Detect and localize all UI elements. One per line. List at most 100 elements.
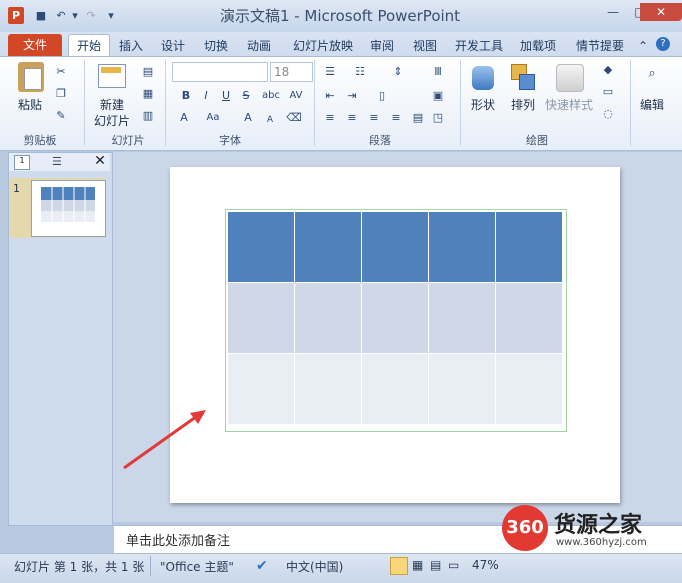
table-header-cell[interactable] — [429, 212, 496, 282]
new-slide-label2[interactable]: 幻灯片 — [88, 112, 136, 129]
spell-check-icon[interactable]: ✔ — [256, 558, 268, 574]
bullets-icon[interactable]: ☰ — [322, 64, 338, 80]
tab-file[interactable]: 文件 — [8, 34, 62, 56]
zoom-level[interactable]: 47% — [472, 558, 499, 572]
arrange-button[interactable]: 排列 — [506, 96, 540, 113]
find-binoculars-icon[interactable]: ⌕ — [644, 66, 660, 82]
language-status[interactable]: 中文(中国) — [286, 558, 343, 575]
minimize-ribbon-icon[interactable]: ⌃ — [636, 36, 650, 56]
notes-placeholder[interactable]: 单击此处添加备注 — [126, 530, 230, 549]
format-painter-icon[interactable]: ✎ — [53, 108, 69, 124]
slide-count-status: 幻灯片 第 1 张，共 1 张 — [14, 560, 145, 574]
bold-button[interactable]: B — [178, 88, 194, 104]
tab-animations[interactable]: 动画 — [242, 36, 276, 56]
save-icon[interactable]: ■ — [34, 9, 48, 23]
tab-review[interactable]: 审阅 — [365, 36, 399, 56]
close-pane-icon[interactable]: ✕ — [92, 153, 108, 169]
table-cell[interactable] — [295, 353, 362, 424]
slide-table[interactable] — [228, 212, 562, 424]
table-header-cell[interactable] — [295, 212, 362, 282]
slide-sorter-icon[interactable]: ▦ — [412, 558, 423, 572]
group-divider — [630, 60, 631, 146]
underline-button[interactable]: U — [218, 88, 234, 104]
increase-indent-icon[interactable]: ⇥ — [344, 88, 360, 104]
paste-button[interactable]: 粘贴 — [12, 96, 48, 113]
clear-formatting-icon[interactable]: ⌫ — [286, 110, 302, 126]
align-right-icon[interactable]: ≡ — [366, 110, 382, 126]
table-header-cell[interactable] — [228, 212, 295, 282]
outline-tab-icon[interactable]: ☰ — [52, 155, 66, 168]
new-slide-label[interactable]: 新建 — [92, 96, 132, 113]
cut-icon[interactable]: ✂ — [53, 64, 69, 80]
tab-addins[interactable]: 加载项 — [515, 36, 561, 56]
align-center-icon[interactable]: ≡ — [344, 110, 360, 126]
table-cell[interactable] — [228, 282, 295, 353]
copy-icon[interactable]: ❐ — [53, 86, 69, 102]
shape-fill-icon[interactable]: ◆ — [600, 62, 616, 78]
help-icon[interactable]: ? — [656, 37, 670, 51]
char-spacing-button[interactable]: AV — [286, 88, 306, 104]
tab-insert[interactable]: 插入 — [114, 36, 148, 56]
tab-transitions[interactable]: 切换 — [199, 36, 233, 56]
italic-button[interactable]: I — [198, 88, 214, 104]
table-cell[interactable] — [496, 353, 562, 424]
customize-toolbar-icon[interactable]: ▾ — [104, 9, 118, 23]
minimize-button[interactable]: — — [600, 3, 626, 21]
powerpoint-app-icon[interactable]: P — [8, 7, 24, 24]
change-case-button[interactable]: Aa — [202, 110, 224, 126]
font-color-button[interactable]: A — [176, 110, 192, 126]
tab-storyboarding[interactable]: 情节提要 — [571, 36, 629, 56]
table-cell[interactable] — [228, 353, 295, 424]
line-spacing-icon[interactable]: ⇕ — [390, 64, 406, 80]
editing-button[interactable]: 编辑 — [636, 96, 668, 113]
decrease-indent-icon[interactable]: ⇤ — [322, 88, 338, 104]
tab-home[interactable]: 开始 — [68, 34, 110, 57]
text-direction-icon[interactable]: Ⅲ — [430, 64, 446, 80]
strikethrough-button[interactable]: S — [238, 88, 254, 104]
smartart-icon[interactable]: ◳ — [430, 110, 446, 126]
grow-font-button[interactable]: A — [240, 110, 256, 126]
align-left-icon[interactable]: ≡ — [322, 110, 338, 126]
table-cell[interactable] — [362, 282, 429, 353]
slideshow-view-icon[interactable]: ▭ — [448, 558, 459, 572]
numbering-icon[interactable]: ☷ — [352, 64, 368, 80]
slide-thumbnail[interactable] — [31, 180, 106, 237]
undo-icon[interactable]: ↶ — [54, 9, 68, 23]
undo-dropdown-icon[interactable]: ▾ — [68, 9, 82, 23]
redo-icon[interactable]: ↷ — [84, 9, 98, 23]
table-header-cell[interactable] — [496, 212, 562, 282]
tab-view[interactable]: 视图 — [408, 36, 442, 56]
tab-design[interactable]: 设计 — [156, 36, 190, 56]
shrink-font-button[interactable]: A — [262, 112, 278, 128]
shapes-icon[interactable] — [472, 66, 494, 90]
quick-styles-button[interactable]: 快速样式 — [542, 96, 596, 113]
distributed-icon[interactable]: ▤ — [410, 110, 426, 126]
align-text-icon[interactable]: ▣ — [430, 88, 446, 104]
reset-icon[interactable]: ▦ — [140, 86, 156, 102]
shape-effects-icon[interactable]: ◌ — [600, 106, 616, 122]
table-cell[interactable] — [295, 282, 362, 353]
table-cell[interactable] — [496, 282, 562, 353]
tab-developer[interactable]: 开发工具 — [450, 36, 508, 56]
shapes-button[interactable]: 形状 — [466, 96, 500, 113]
justify-icon[interactable]: ≡ — [388, 110, 404, 126]
font-size-combobox[interactable]: 18 — [270, 62, 313, 82]
table-cell[interactable] — [362, 353, 429, 424]
section-icon[interactable]: ▥ — [140, 108, 156, 124]
columns-icon[interactable]: ▯ — [374, 88, 390, 104]
tab-slideshow[interactable]: 幻灯片放映 — [287, 36, 359, 56]
table-header-cell[interactable] — [362, 212, 429, 282]
paste-page-icon — [24, 68, 42, 90]
shape-outline-icon[interactable]: ▭ — [600, 84, 616, 100]
close-button[interactable]: ✕ — [640, 3, 682, 21]
normal-view-icon[interactable] — [390, 557, 408, 575]
table-cell[interactable] — [429, 282, 496, 353]
theme-status[interactable]: "Office 主题" — [160, 558, 234, 575]
font-name-combobox[interactable] — [172, 62, 268, 82]
table-cell[interactable] — [429, 353, 496, 424]
slides-tab-icon[interactable]: 1 — [14, 155, 30, 170]
quick-styles-icon[interactable] — [556, 64, 584, 92]
shadow-button[interactable]: abc — [260, 88, 282, 104]
reading-view-icon[interactable]: ▤ — [430, 558, 441, 572]
layout-icon[interactable]: ▤ — [140, 64, 156, 80]
